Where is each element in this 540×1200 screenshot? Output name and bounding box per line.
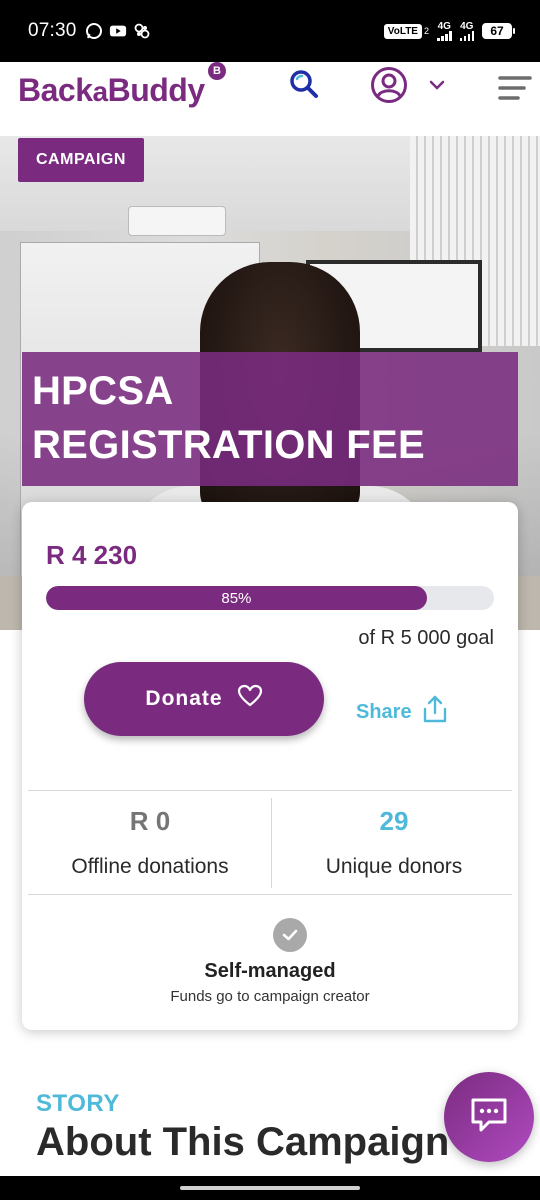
- hamburger-menu-icon[interactable]: [498, 74, 532, 102]
- donation-card: R 4 230 85% of R 5 000 goal Donate Share…: [22, 502, 518, 1030]
- share-icon: [422, 694, 448, 730]
- self-managed-title: Self-managed: [204, 960, 336, 982]
- amount-raised: R 4 230: [46, 540, 138, 570]
- unique-donors-stat: 29 Unique donors: [272, 806, 516, 879]
- divider: [28, 790, 512, 791]
- battery-icon: 67: [482, 23, 515, 39]
- story-heading: About This Campaign: [36, 1120, 450, 1164]
- share-label: Share: [356, 700, 412, 723]
- chevron-down-icon[interactable]: [428, 78, 446, 92]
- status-bar: 07:30 VoLTE 2 4G 4G 67: [0, 0, 540, 62]
- donate-button[interactable]: Donate: [84, 662, 324, 736]
- story-label: STORY: [36, 1090, 120, 1117]
- offline-donations-stat: R 0 Offline donations: [28, 806, 272, 879]
- checkmark-icon: [273, 918, 307, 952]
- unique-donors-value: 29: [379, 806, 409, 836]
- campaign-title: HPCSA REGISTRATION FEE: [32, 369, 425, 467]
- goal-text: of R 5 000 goal: [358, 627, 494, 649]
- progress-bar: 85%: [46, 586, 494, 610]
- chat-button[interactable]: [444, 1072, 534, 1162]
- campaign-title-box: HPCSA REGISTRATION FEE: [22, 352, 518, 486]
- backabuddy-logo[interactable]: BackaBuddy: [18, 72, 205, 109]
- progress-label: 85%: [221, 589, 252, 607]
- app-notification-icon: [133, 22, 151, 40]
- offline-donations-value: R 0: [129, 806, 171, 836]
- search-icon[interactable]: [288, 68, 320, 100]
- heart-icon: [237, 684, 263, 714]
- volte-badge: VoLTE: [383, 23, 422, 39]
- youtube-icon: [109, 22, 127, 40]
- home-indicator[interactable]: [180, 1186, 360, 1190]
- whatsapp-icon: [85, 22, 103, 40]
- unique-donors-label: Unique donors: [325, 855, 463, 878]
- status-time: 07:30: [28, 20, 77, 41]
- logo-badge: B: [208, 62, 226, 80]
- chat-icon: [469, 1096, 509, 1139]
- divider: [28, 894, 512, 895]
- offline-donations-label: Offline donations: [71, 855, 229, 878]
- campaign-tag: CAMPAIGN: [18, 138, 144, 182]
- share-button[interactable]: Share: [356, 694, 448, 730]
- signal-icon: 4G: [437, 21, 452, 41]
- progress-fill: 85%: [46, 586, 427, 610]
- signal-icon: 4G: [459, 21, 474, 41]
- self-managed-subtitle: Funds go to campaign creator: [170, 988, 370, 1005]
- donate-label: Donate: [145, 687, 223, 710]
- system-navigation-bar: [0, 1176, 540, 1200]
- site-header: BackaBuddy B: [0, 62, 540, 136]
- user-circle-icon[interactable]: [370, 66, 408, 104]
